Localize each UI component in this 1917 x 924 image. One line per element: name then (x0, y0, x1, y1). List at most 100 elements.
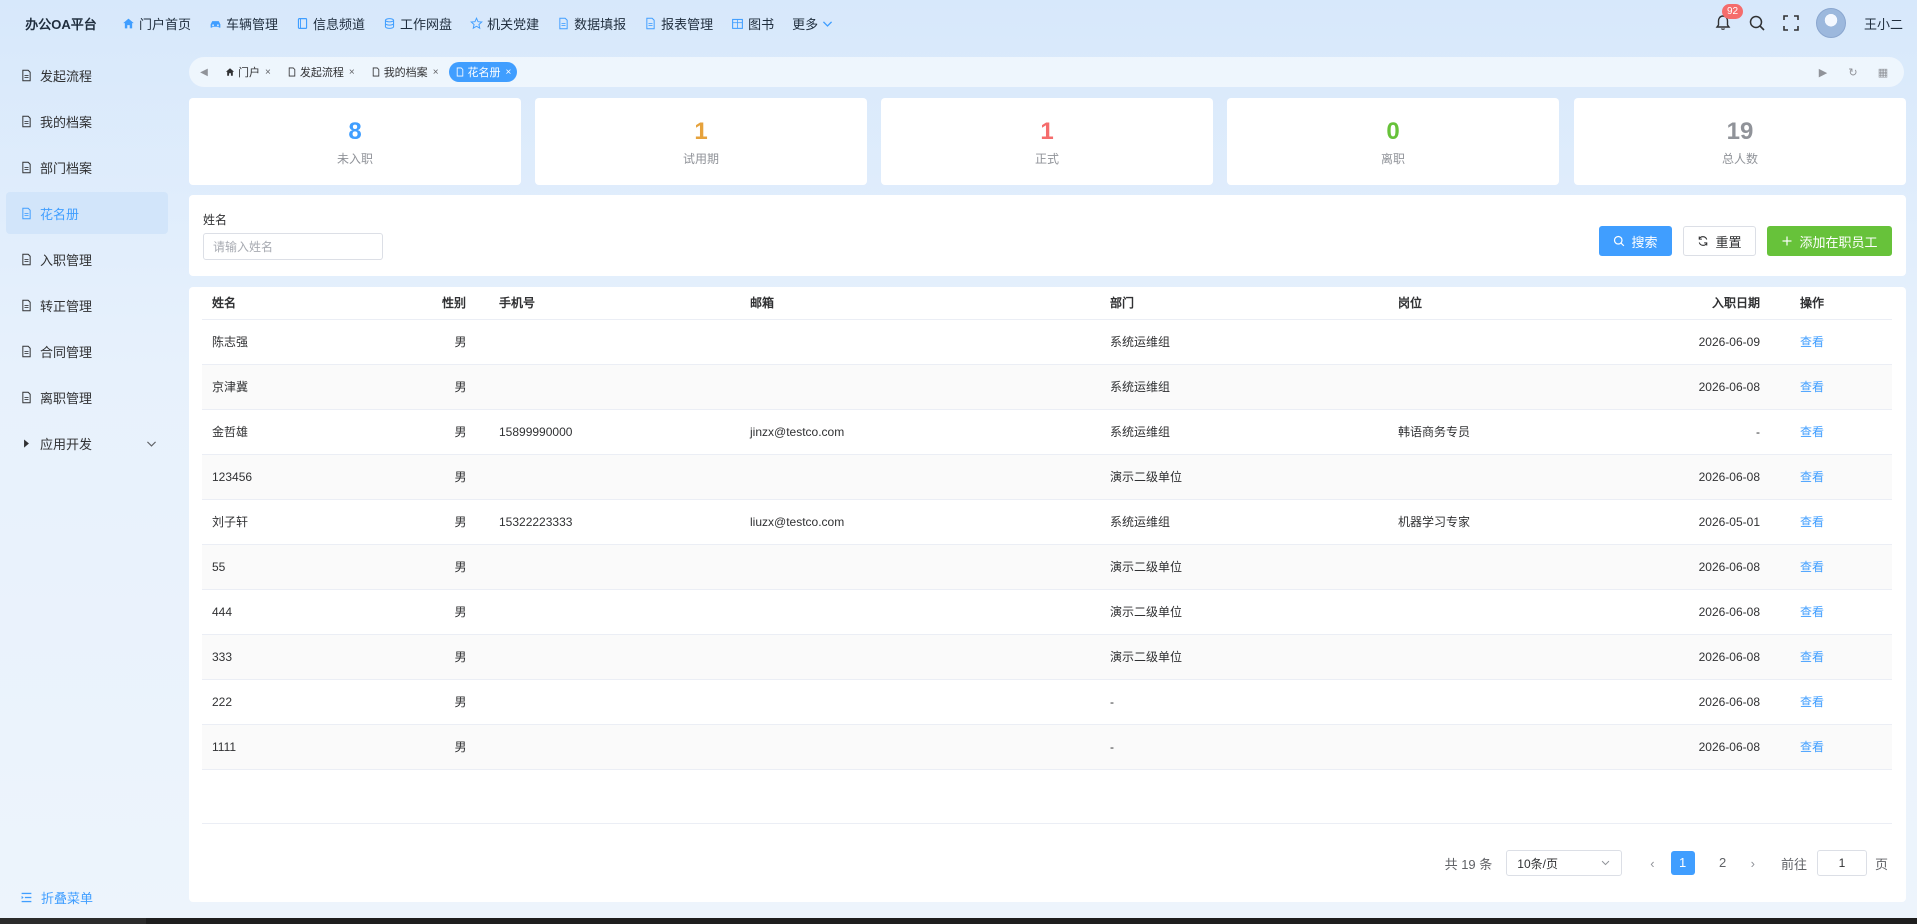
next-page-button[interactable]: › (1751, 856, 1755, 871)
caret-right-icon (24, 438, 29, 448)
view-link[interactable]: 查看 (1800, 380, 1824, 394)
tabs-menu-icon[interactable]: ▦ (1868, 66, 1898, 79)
tabs-scroll-right[interactable]: ▶ (1808, 66, 1838, 79)
close-icon[interactable]: × (433, 67, 439, 78)
cell-email (740, 724, 1100, 770)
notification-button[interactable]: 92 (1714, 4, 1744, 32)
refresh-icon[interactable]: ↻ (1838, 66, 1868, 79)
cell-name: 金哲雄 (202, 409, 432, 455)
column-header[interactable]: 姓名 (202, 287, 432, 320)
view-link[interactable]: 查看 (1800, 650, 1824, 664)
cell-post (1388, 724, 1638, 770)
cell-email: liuzx@testco.com (740, 499, 1100, 545)
view-link[interactable]: 查看 (1800, 425, 1824, 439)
tab-roster[interactable]: 花名册 × (448, 62, 518, 82)
table-row: 123456 男 演示二级单位 2026-06-08 查看 (202, 454, 1892, 500)
prev-page-button[interactable]: ‹ (1650, 856, 1654, 871)
nav-home[interactable]: 门户首页 (122, 14, 191, 33)
view-link[interactable]: 查看 (1800, 515, 1824, 529)
sidebar-item-roster[interactable]: 花名册 (6, 192, 168, 234)
avatar[interactable] (1815, 8, 1846, 38)
view-link[interactable]: 查看 (1800, 695, 1824, 709)
page-1-button[interactable]: 1 (1670, 851, 1695, 875)
nav-vehicles[interactable]: 车辆管理 (209, 14, 278, 33)
search-button[interactable]: 搜索 (1599, 226, 1672, 256)
sidebar-item-dept-profile[interactable]: 部门档案 (6, 146, 168, 188)
column-header[interactable]: 部门 (1100, 287, 1388, 320)
tab-start-process[interactable]: 发起流程 × (281, 62, 361, 82)
cell-date: 2026-05-01 (1638, 499, 1790, 545)
table-row: 222 男 - 2026-06-08 查看 (202, 679, 1892, 725)
tabs-bar: ◀ 门户 × 发起流程 × 我的档案 × 花名册 × ▶ ↻ ▦ (189, 57, 1904, 87)
column-header[interactable]: 岗位 (1388, 287, 1638, 320)
column-header[interactable]: 性别 (432, 287, 489, 320)
sidebar-item-my-profile[interactable]: 我的档案 (6, 100, 168, 142)
nav-work-drive[interactable]: 工作网盘 (383, 14, 452, 33)
close-icon[interactable]: × (506, 67, 512, 78)
close-icon[interactable]: × (265, 67, 271, 78)
table-row: 55 男 演示二级单位 2026-06-08 查看 (202, 544, 1892, 590)
column-header[interactable]: 邮箱 (740, 287, 1100, 320)
sidebar-item-resignation[interactable]: 离职管理 (6, 376, 168, 418)
tab-my-profile[interactable]: 我的档案 × (365, 62, 445, 82)
reset-button[interactable]: 重置 (1683, 226, 1756, 256)
nav-reports[interactable]: 报表管理 (644, 14, 713, 33)
add-employee-button[interactable]: 添加在职员工 (1767, 226, 1892, 256)
home-icon (225, 68, 235, 76)
cell-dept: 演示二级单位 (1100, 454, 1388, 500)
cell-date: 2026-06-08 (1638, 679, 1790, 725)
nav-info-channel[interactable]: 信息频道 (296, 14, 365, 33)
car-icon (210, 20, 221, 28)
sidebar-item-contracts[interactable]: 合同管理 (6, 330, 168, 372)
header-actions: 92 王小二 (1698, 0, 1903, 46)
search-button[interactable] (1748, 14, 1766, 32)
stat-card-total: 19 总人数 (1574, 98, 1906, 185)
column-header[interactable]: 手机号 (489, 287, 740, 320)
view-link[interactable]: 查看 (1800, 740, 1824, 754)
view-link[interactable]: 查看 (1800, 605, 1824, 619)
sidebar-item-regularization[interactable]: 转正管理 (6, 284, 168, 326)
view-link[interactable]: 查看 (1800, 335, 1824, 349)
total-count: 共 19 条 (1444, 856, 1493, 872)
nav-label: 数据填报 (574, 16, 627, 32)
table-row: 京津冀 男 系统运维组 2026-06-08 查看 (202, 364, 1892, 410)
fullscreen-button[interactable] (1782, 14, 1800, 32)
tabs-scroll-left[interactable]: ◀ (189, 67, 219, 78)
column-header[interactable]: 入职日期 (1638, 287, 1790, 320)
cell-gender: 男 (432, 499, 489, 545)
nav-data-fill[interactable]: 数据填报 (557, 14, 626, 33)
nav-more[interactable]: 更多 (792, 14, 834, 33)
cell-post (1388, 364, 1638, 410)
tab-portal[interactable]: 门户 × (219, 62, 277, 82)
nav-books[interactable]: 图书 (731, 14, 774, 33)
column-header[interactable]: 操作 (1790, 287, 1892, 320)
collapse-menu-button[interactable]: 折叠菜单 (20, 888, 93, 907)
sidebar-item-onboarding[interactable]: 入职管理 (6, 238, 168, 280)
nav-party[interactable]: 机关党建 (470, 14, 539, 33)
view-link[interactable]: 查看 (1800, 560, 1824, 574)
table-row: 陈志强 男 系统运维组 2026-06-09 查看 (202, 319, 1892, 365)
sidebar-item-label: 转正管理 (40, 298, 93, 314)
document-icon (646, 17, 655, 29)
name-search-input[interactable] (203, 233, 383, 260)
goto-page-input[interactable]: 1 (1816, 850, 1867, 876)
tab-label: 门户 (238, 67, 260, 79)
stat-label: 试用期 (682, 152, 719, 166)
cell-post: 韩语商务专员 (1388, 409, 1638, 455)
cell-dept: 演示二级单位 (1100, 589, 1388, 635)
sidebar-item-label: 我的档案 (40, 114, 93, 130)
cell-date: 2026-06-08 (1638, 589, 1790, 635)
document-icon (22, 391, 31, 403)
page-size-select[interactable]: 10条/页 (1506, 850, 1623, 876)
view-link[interactable]: 查看 (1800, 470, 1824, 484)
nav-label: 工作网盘 (400, 16, 453, 32)
cell-dept: 系统运维组 (1100, 319, 1388, 365)
sidebar-item-app-dev[interactable]: 应用开发 (6, 422, 168, 464)
sidebar-item-start-process[interactable]: 发起流程 (6, 54, 168, 96)
sidebar-item-label: 应用开发 (40, 436, 93, 452)
username[interactable]: 王小二 (1864, 14, 1903, 33)
roster-table-panel: 姓名 性别 手机号 邮箱 部门 岗位 入职日期 操作 陈志强 男 系统运维组 2… (189, 287, 1906, 902)
page-2-button[interactable]: 2 (1711, 851, 1735, 875)
close-icon[interactable]: × (349, 67, 355, 78)
cell-post (1388, 544, 1638, 590)
